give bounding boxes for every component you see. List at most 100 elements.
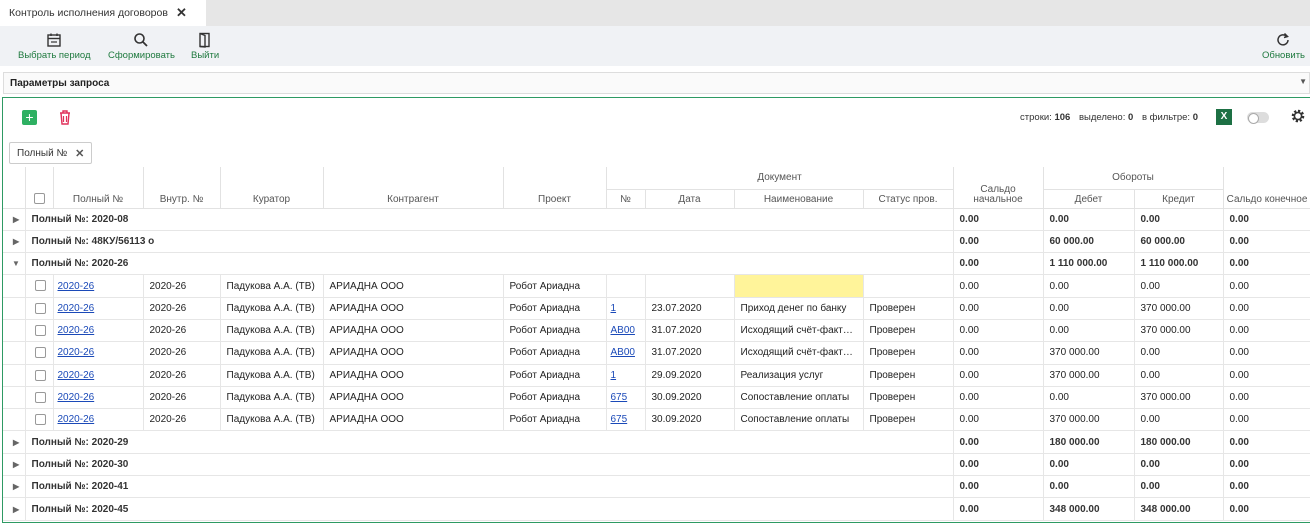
group-saldo-end: 0.00 <box>1223 497 1310 521</box>
cell-contractor: АРИАДНА ООО <box>323 319 504 343</box>
caret-right-icon[interactable]: ▶ <box>13 460 23 469</box>
cell-project: Робот Ариадна <box>503 408 607 432</box>
group-credit: 348 000.00 <box>1134 497 1224 521</box>
full-no-link[interactable]: 2020-26 <box>58 414 95 425</box>
refresh-icon <box>1277 32 1290 46</box>
table-row[interactable]: 2020-26 2020-26 Падукова А.А. (ТВ) АРИАД… <box>3 341 1310 365</box>
row-checkbox[interactable] <box>34 414 46 426</box>
refresh-button[interactable]: Обновить <box>1262 32 1305 61</box>
gear-icon[interactable] <box>1289 107 1307 125</box>
full-no-link[interactable]: 2020-26 <box>58 392 95 403</box>
cell-saldo-end: 0.00 <box>1223 364 1310 387</box>
group-chip[interactable]: Полный № ✕ <box>9 142 93 164</box>
group-credit: 0.00 <box>1134 453 1224 477</box>
close-icon[interactable]: ✕ <box>75 147 84 160</box>
generate-button[interactable]: Сформировать <box>108 32 175 61</box>
row-checkbox[interactable] <box>34 369 46 381</box>
cell-project: Робот Ариадна <box>503 364 607 387</box>
tab-contract-control[interactable]: Контроль исполнения договоров ✕ <box>0 0 206 26</box>
table-row[interactable]: 2020-26 2020-26 Падукова А.А. (ТВ) АРИАД… <box>3 408 1310 432</box>
full-no-link[interactable]: 2020-26 <box>58 281 95 292</box>
full-no-link[interactable]: 2020-26 <box>58 347 95 358</box>
cell-doc-date: 23.07.2020 <box>645 297 735 320</box>
cell-curator: Падукова А.А. (ТВ) <box>220 386 324 410</box>
query-params-panel[interactable]: Параметры запроса ▼ <box>3 72 1310 94</box>
group-credit: 0.00 <box>1134 208 1224 231</box>
caret-down-icon[interactable]: ▼ <box>12 259 22 268</box>
cell-doc-name: Исходящий счёт-фактура <box>734 341 864 365</box>
group-debit: 0.00 <box>1043 475 1135 499</box>
col-project[interactable]: Проект <box>503 167 607 209</box>
full-no-link[interactable]: 2020-26 <box>58 370 95 381</box>
full-no-link[interactable]: 2020-26 <box>58 325 95 336</box>
col-doc-status[interactable]: Статус пров. <box>863 189 954 209</box>
cell-saldo-start: 0.00 <box>953 364 1044 387</box>
col-saldo-end[interactable]: Сальдо конечное <box>1223 167 1310 209</box>
caret-right-icon[interactable]: ▶ <box>13 215 23 224</box>
table-row[interactable]: 2020-26 2020-26 Падукова А.А. (ТВ) АРИАД… <box>3 319 1310 343</box>
doc-no-link[interactable]: 1 <box>611 370 617 381</box>
col-inner-no[interactable]: Внутр. № <box>143 167 221 209</box>
col-credit[interactable]: Кредит <box>1134 189 1224 209</box>
cell-doc-name: Реализация услуг <box>734 364 864 387</box>
doc-no-link[interactable]: 675 <box>611 392 628 403</box>
cell-project: Робот Ариадна <box>503 341 607 365</box>
col-full-no[interactable]: Полный № <box>53 167 144 209</box>
caret-right-icon[interactable]: ▶ <box>13 505 23 514</box>
row-checkbox[interactable] <box>34 325 46 337</box>
full-no-link[interactable]: 2020-26 <box>58 303 95 314</box>
group-row[interactable]: ▶ Полный №: 48КУ/56113 о 0.00 60 000.00 … <box>3 230 1310 254</box>
choose-period-button[interactable]: Выбрать период <box>18 32 91 61</box>
select-all-checkbox[interactable] <box>33 193 45 205</box>
row-checkbox[interactable] <box>34 280 46 292</box>
doc-no-link[interactable]: 1 <box>611 303 617 314</box>
caret-right-icon[interactable]: ▶ <box>13 237 23 246</box>
selected-count: 0 <box>1128 112 1134 123</box>
group-row[interactable]: ▶ Полный №: 2020-08 0.00 0.00 0.00 0.00 <box>3 208 1310 231</box>
group-saldo-start: 0.00 <box>953 252 1044 276</box>
row-checkbox[interactable] <box>34 391 46 403</box>
caret-right-icon[interactable]: ▶ <box>13 482 23 491</box>
row-stats: строки: 106 выделено: 0 в фильтре: 0 <box>1020 112 1204 123</box>
col-saldo-start[interactable]: Сальдо начальное <box>953 167 1044 209</box>
selected-label: выделено: <box>1078 112 1126 123</box>
add-button[interactable]: + <box>22 110 37 125</box>
trash-icon[interactable] <box>58 109 72 125</box>
group-saldo-end: 0.00 <box>1223 208 1310 231</box>
group-row[interactable]: ▼ Полный №: 2020-26 0.00 1 110 000.00 1 … <box>3 252 1310 276</box>
row-checkbox[interactable] <box>34 302 46 314</box>
col-doc-no[interactable]: № <box>606 189 646 209</box>
col-doc-name[interactable]: Наименование <box>734 189 864 209</box>
cell-saldo-end: 0.00 <box>1223 408 1310 432</box>
cell-curator: Падукова А.А. (ТВ) <box>220 364 324 387</box>
table-row[interactable]: 2020-26 2020-26 Падукова А.А. (ТВ) АРИАД… <box>3 364 1310 387</box>
group-saldo-start: 0.00 <box>953 230 1044 254</box>
col-doc-date[interactable]: Дата <box>645 189 735 209</box>
table-row[interactable]: 2020-26 2020-26 Падукова А.А. (ТВ) АРИАД… <box>3 297 1310 320</box>
view-toggle[interactable] <box>1247 112 1269 124</box>
caret-right-icon[interactable]: ▶ <box>13 438 23 447</box>
cell-doc-status: Проверен <box>863 341 954 365</box>
group-row[interactable]: ▶ Полный №: 2020-45 0.00 348 000.00 348 … <box>3 497 1310 521</box>
col-contractor[interactable]: Контрагент <box>323 167 504 209</box>
cell-doc-status: Проверен <box>863 386 954 410</box>
cell-doc-status: Проверен <box>863 364 954 387</box>
doc-no-link[interactable]: АВ00 <box>611 347 635 358</box>
group-row[interactable]: ▶ Полный №: 2020-41 0.00 0.00 0.00 0.00 <box>3 475 1310 499</box>
close-icon[interactable]: ✕ <box>176 5 187 21</box>
table-row[interactable]: 2020-26 2020-26 Падукова А.А. (ТВ) АРИАД… <box>3 386 1310 410</box>
table-row[interactable]: 2020-26 2020-26 Падукова А.А. (ТВ) АРИАД… <box>3 274 1310 298</box>
doc-no-link[interactable]: АВ00 <box>611 325 635 336</box>
cell-credit: 0.00 <box>1134 341 1224 365</box>
row-checkbox[interactable] <box>34 347 46 359</box>
cell-debit: 370 000.00 <box>1043 364 1135 387</box>
doc-no-link[interactable]: 675 <box>611 414 628 425</box>
col-debit[interactable]: Дебет <box>1043 189 1135 209</box>
group-saldo-start: 0.00 <box>953 497 1044 521</box>
col-curator[interactable]: Куратор <box>220 167 324 209</box>
group-row[interactable]: ▶ Полный №: 2020-29 0.00 180 000.00 180 … <box>3 430 1310 454</box>
excel-export-icon[interactable]: X <box>1216 109 1232 125</box>
group-row[interactable]: ▶ Полный №: 2020-30 0.00 0.00 0.00 0.00 <box>3 453 1310 477</box>
exit-button[interactable]: Выйти <box>191 32 219 61</box>
chevron-down-icon[interactable]: ▼ <box>1299 77 1307 86</box>
